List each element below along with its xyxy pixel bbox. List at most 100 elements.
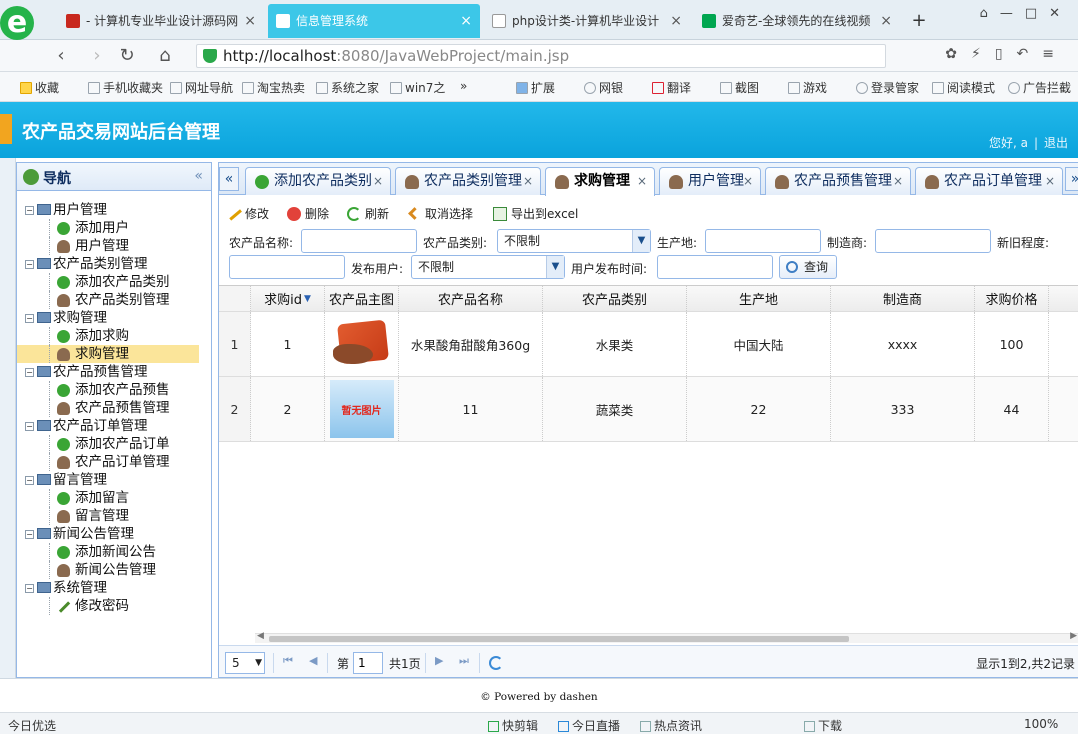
- sidebar-group[interactable]: − 农产品预售管理: [25, 363, 199, 381]
- content-tab[interactable]: 用户管理 ×: [659, 167, 761, 195]
- collapse-icon[interactable]: −: [25, 368, 34, 377]
- browser-tab-1[interactable]: - 计算机专业毕业设计源码网 ×: [58, 4, 264, 38]
- sidebar-item[interactable]: 修改密码: [25, 597, 199, 615]
- sidebar-item[interactable]: 农产品订单管理: [25, 453, 199, 471]
- sidebar-item[interactable]: 求购管理: [17, 345, 199, 363]
- sidebar-group[interactable]: − 留言管理: [25, 471, 199, 489]
- time-filter-input[interactable]: [657, 255, 773, 279]
- sidebar-item[interactable]: 添加求购: [25, 327, 199, 345]
- browser-tab-2[interactable]: 信息管理系统 ×: [268, 4, 480, 38]
- edit-button[interactable]: 修改: [226, 203, 269, 225]
- sidebar-group[interactable]: − 求购管理: [25, 309, 199, 327]
- column-header[interactable]: 生产地: [687, 286, 831, 311]
- logout-link[interactable]: 退出: [1044, 136, 1068, 150]
- sidebar-item[interactable]: 添加农产品预售: [25, 381, 199, 399]
- bookmark-item[interactable]: 游戏: [788, 79, 827, 96]
- address-bar[interactable]: http://localhost:8080/JavaWebProject/mai…: [196, 44, 886, 68]
- next-page-icon[interactable]: ▶: [435, 654, 443, 667]
- collapse-icon[interactable]: −: [25, 422, 34, 431]
- collapse-icon[interactable]: −: [25, 314, 34, 323]
- delete-button[interactable]: 删除: [287, 203, 329, 225]
- page-size-select[interactable]: 5 ▼: [225, 652, 265, 674]
- content-tab[interactable]: 求购管理 ×: [545, 167, 655, 196]
- sidebar-item[interactable]: 添加用户: [25, 219, 199, 237]
- bookmark-item[interactable]: 网银: [584, 79, 623, 96]
- close-icon[interactable]: ×: [880, 4, 892, 38]
- maker-filter-input[interactable]: [875, 229, 991, 253]
- back-button[interactable]: ‹: [48, 44, 74, 68]
- content-tab[interactable]: 农产品预售管理 ×: [765, 167, 911, 195]
- bookmark-item[interactable]: 扩展: [516, 79, 555, 96]
- export-excel-button[interactable]: 导出到excel: [493, 203, 578, 225]
- table-row[interactable]: 1 1 水果酸角甜酸角360g 水果类 中国大陆 xxxx 100: [219, 312, 1078, 377]
- reload-button[interactable]: ↻: [114, 44, 140, 68]
- poster-filter-select[interactable]: 不限制 ▼: [411, 255, 565, 279]
- sidebar-group[interactable]: − 系统管理: [25, 579, 199, 597]
- statusbar-item[interactable]: 今日优选: [8, 717, 56, 734]
- browser-tab-3[interactable]: php设计类-计算机毕业设计 ×: [484, 4, 690, 38]
- bookmark-item[interactable]: 阅读模式: [932, 79, 995, 96]
- bookmark-item[interactable]: 系统之家: [316, 79, 379, 96]
- table-row[interactable]: 2 2 暂无图片 11 蔬菜类 22 333 44: [219, 377, 1078, 442]
- collapse-icon[interactable]: −: [25, 530, 34, 539]
- sidebar-item[interactable]: 农产品类别管理: [25, 291, 199, 309]
- zoom-level[interactable]: 100%: [1024, 717, 1058, 731]
- sidebar-item[interactable]: 用户管理: [25, 237, 199, 255]
- bookmark-item[interactable]: 网址导航: [170, 79, 233, 96]
- chevron-down-icon[interactable]: ▼: [632, 230, 650, 252]
- close-icon[interactable]: ×: [1045, 168, 1055, 194]
- reload-icon[interactable]: [489, 656, 503, 670]
- chevron-down-icon[interactable]: ▼: [546, 256, 564, 278]
- statusbar-item[interactable]: 快剪辑: [488, 717, 538, 734]
- scroll-thumb[interactable]: [269, 636, 849, 642]
- bookmark-item[interactable]: 收藏: [20, 79, 59, 96]
- page-number-input[interactable]: [353, 652, 383, 674]
- sidebar-group[interactable]: − 农产品订单管理: [25, 417, 199, 435]
- close-icon[interactable]: ×: [637, 168, 647, 194]
- last-page-icon[interactable]: ⏭: [459, 654, 469, 668]
- close-icon[interactable]: ×: [670, 4, 682, 38]
- prev-page-icon[interactable]: ◀: [309, 654, 317, 667]
- unselect-button[interactable]: 取消选择: [407, 203, 473, 225]
- column-header[interactable]: 制造商: [831, 286, 975, 311]
- sidebar-item[interactable]: 添加新闻公告: [25, 543, 199, 561]
- sidebar-group[interactable]: − 新闻公告管理: [25, 525, 199, 543]
- sort-desc-icon[interactable]: ▼: [304, 294, 311, 304]
- scroll-right-icon[interactable]: ▶: [1070, 631, 1077, 641]
- horizontal-scrollbar[interactable]: ◀ ▶: [255, 631, 1078, 643]
- statusbar-item[interactable]: 热点资讯: [640, 717, 702, 734]
- bookmark-item[interactable]: 翻译: [652, 79, 691, 96]
- new-tab-button[interactable]: +: [904, 4, 934, 38]
- window-controls[interactable]: ⌂—□✕: [980, 6, 1072, 21]
- home-button[interactable]: ⌂: [152, 44, 178, 68]
- collapse-icon[interactable]: −: [25, 476, 34, 485]
- collapse-icon[interactable]: −: [25, 584, 34, 593]
- column-header[interactable]: 求购id ▼: [251, 286, 325, 311]
- content-tab[interactable]: 添加农产品类别 ×: [245, 167, 391, 195]
- sidebar-group[interactable]: − 用户管理: [25, 201, 199, 219]
- content-tab[interactable]: 农产品订单管理 ×: [915, 167, 1063, 195]
- first-page-icon[interactable]: ⏮: [283, 654, 293, 668]
- collapse-icon[interactable]: −: [25, 206, 34, 215]
- bookmark-item[interactable]: win7之: [390, 79, 445, 96]
- statusbar-item[interactable]: 今日直播: [558, 717, 620, 734]
- content-tab[interactable]: 农产品类别管理 ×: [395, 167, 541, 195]
- column-header[interactable]: 农产品主图: [325, 286, 399, 311]
- sidebar-item[interactable]: 农产品预售管理: [25, 399, 199, 417]
- close-icon[interactable]: ×: [523, 168, 533, 194]
- refresh-button[interactable]: 刷新: [347, 203, 389, 225]
- newness-filter-input[interactable]: [229, 255, 345, 279]
- close-icon[interactable]: ×: [460, 4, 472, 38]
- forward-button[interactable]: ›: [84, 44, 110, 68]
- toolbar-right-icons[interactable]: ✿⚡▯↶≡: [945, 46, 1068, 62]
- sidebar-item[interactable]: 添加农产品订单: [25, 435, 199, 453]
- bookmark-item[interactable]: 广告拦截: [1008, 79, 1071, 96]
- name-filter-input[interactable]: [301, 229, 417, 253]
- column-header[interactable]: 农产品名称: [399, 286, 543, 311]
- close-icon[interactable]: ×: [373, 168, 383, 194]
- sidebar-item[interactable]: 留言管理: [25, 507, 199, 525]
- sidebar-group[interactable]: − 农产品类别管理: [25, 255, 199, 273]
- statusbar-item[interactable]: 下载: [804, 717, 842, 734]
- column-header[interactable]: 求购价格: [975, 286, 1049, 311]
- bookmark-item[interactable]: 手机收藏夹: [88, 79, 163, 96]
